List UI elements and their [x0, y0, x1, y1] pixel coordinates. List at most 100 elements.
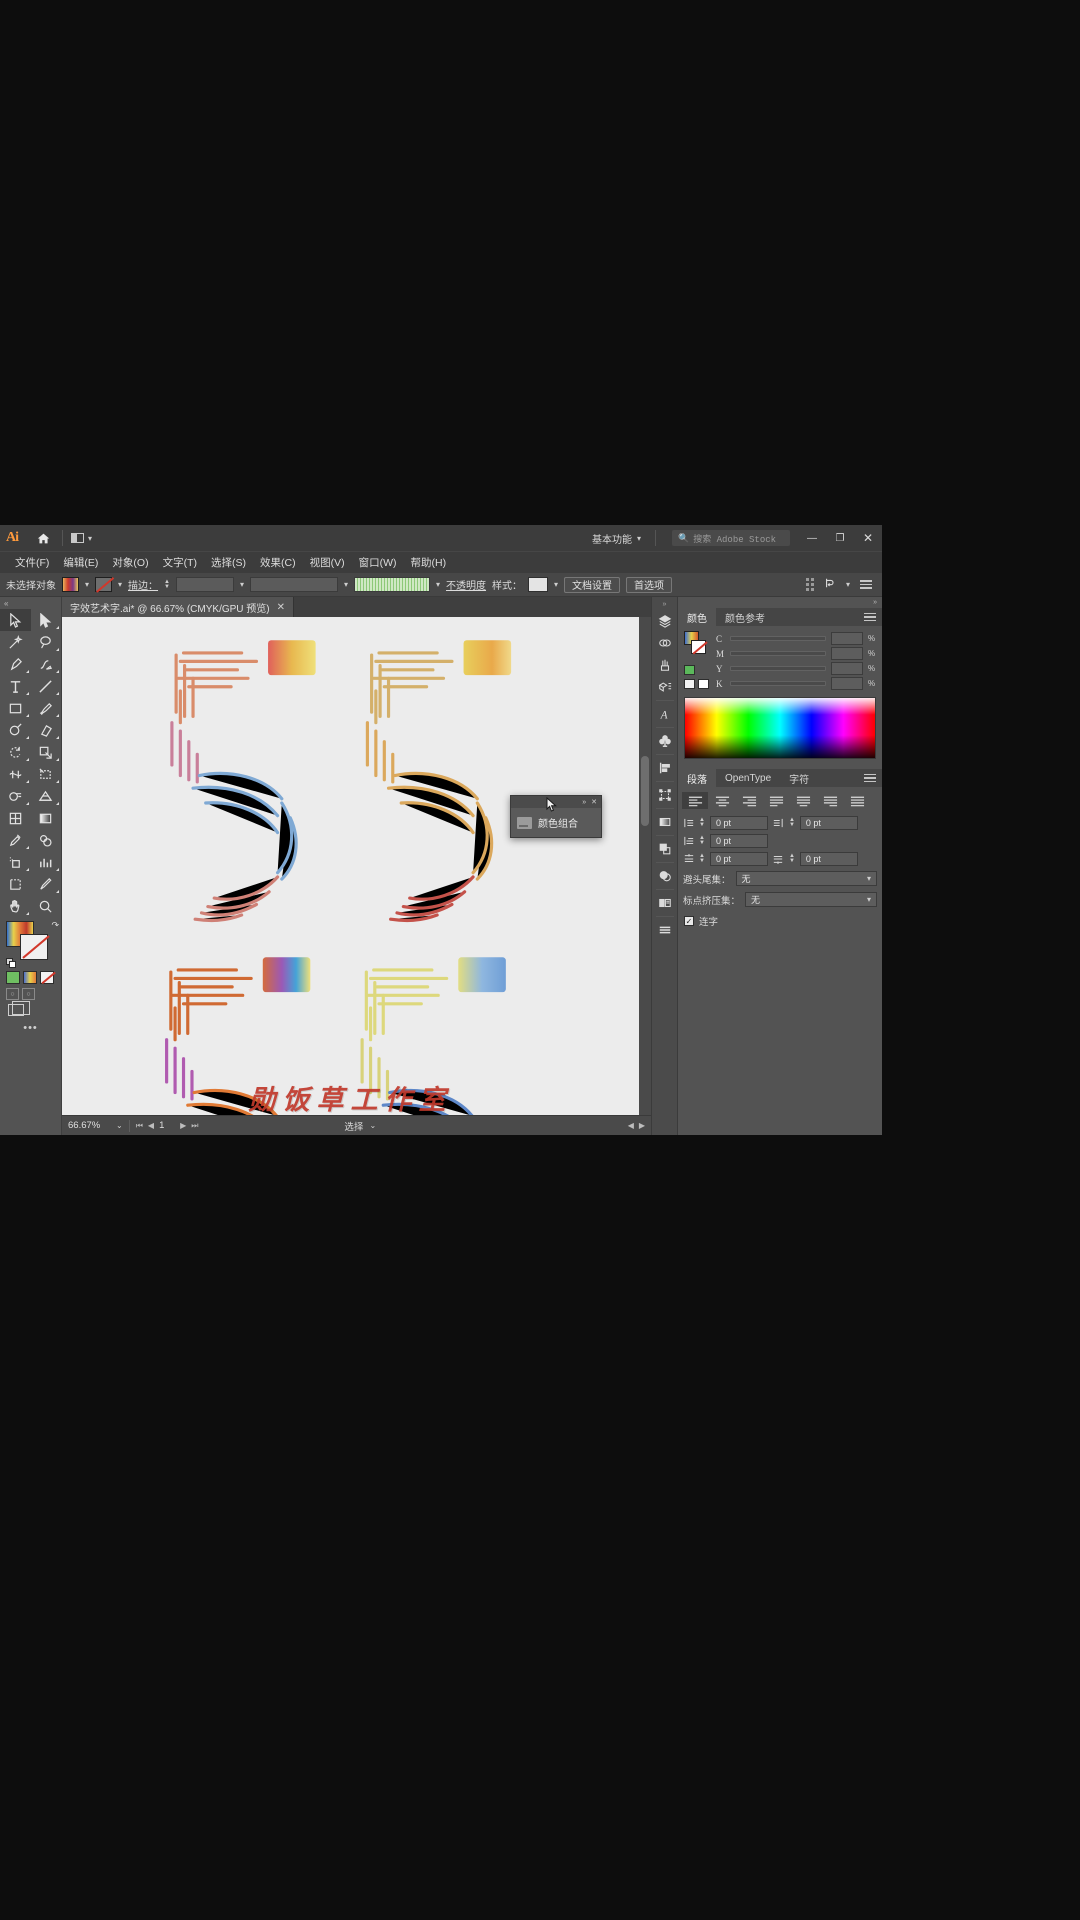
gradient-panel-icon[interactable] — [654, 811, 676, 833]
pen-tool[interactable] — [0, 653, 31, 675]
stroke-weight-field[interactable] — [175, 577, 234, 592]
k-value-field[interactable] — [831, 677, 863, 690]
brush-definition-swatch[interactable] — [354, 577, 431, 592]
space-after-stepper[interactable]: ▲ ▼ — [789, 853, 795, 864]
next-artboard-button[interactable]: ▶ — [180, 1121, 186, 1130]
artboards-panel-icon[interactable] — [654, 892, 676, 914]
chevron-down-icon[interactable]: ▾ — [554, 580, 558, 589]
character-panel-icon[interactable]: A — [654, 703, 676, 725]
type-tool[interactable] — [0, 675, 31, 697]
space-before-field[interactable]: 0 pt — [709, 852, 768, 866]
rail-grip[interactable]: » — [663, 601, 667, 610]
zoom-tool[interactable] — [31, 895, 62, 917]
space-before-stepper[interactable]: ▲ ▼ — [699, 853, 705, 864]
close-icon[interactable]: ✕ — [277, 602, 285, 613]
color-mode-button[interactable] — [6, 971, 20, 984]
panel-options-icon[interactable] — [860, 580, 872, 589]
current-tool-status[interactable]: 选择 — [344, 1119, 363, 1133]
graphic-style-swatch[interactable] — [528, 577, 549, 592]
y-value-field[interactable] — [831, 662, 863, 675]
full-screen-menu-mode-button[interactable]: ○ — [22, 988, 35, 1000]
tab-color[interactable]: 颜色 — [678, 608, 716, 626]
gradient-mode-button[interactable] — [23, 971, 37, 984]
align-center-button[interactable] — [709, 792, 735, 809]
column-graph-tool[interactable] — [31, 851, 62, 873]
width-tool[interactable] — [0, 763, 31, 785]
symbols-panel-icon[interactable] — [654, 730, 676, 752]
m-slider-track[interactable] — [730, 651, 826, 656]
appearance-panel-icon[interactable] — [654, 865, 676, 887]
justify-last-center-button[interactable] — [790, 792, 816, 809]
attributes-panel-icon[interactable] — [654, 919, 676, 941]
align-right-button[interactable] — [736, 792, 762, 809]
transform-panel-icon[interactable] — [654, 784, 676, 806]
right-indent-field[interactable]: 0 pt — [799, 816, 858, 830]
hyphenate-checkbox[interactable]: ✓ — [684, 916, 694, 926]
lasso-tool[interactable] — [31, 631, 62, 653]
default-fill-stroke-icon[interactable] — [6, 958, 17, 969]
pathfinder-panel-icon[interactable] — [654, 838, 676, 860]
hand-tool[interactable] — [0, 895, 31, 917]
shape-builder-tool[interactable] — [0, 785, 31, 807]
chevron-down-icon[interactable]: ▾ — [846, 580, 850, 589]
document-setup-button[interactable]: 文档设置 — [564, 576, 621, 593]
arrange-documents-icon[interactable]: ▾ — [71, 533, 92, 543]
canvas-vertical-scrollbar[interactable] — [639, 617, 651, 1115]
chevron-down-icon[interactable]: ▾ — [436, 580, 440, 589]
space-after-field[interactable]: 0 pt — [799, 852, 858, 866]
close-button[interactable]: ✕ — [854, 525, 882, 551]
snap-to-glyph-icon[interactable] — [824, 576, 836, 594]
rectangle-tool[interactable] — [0, 697, 31, 719]
stroke-weight-stepper[interactable]: ▲ ▼ — [164, 579, 170, 590]
panel-menu-icon[interactable] — [864, 612, 876, 622]
home-icon[interactable] — [32, 532, 54, 545]
maximize-button[interactable]: ❐ — [826, 525, 854, 551]
preferences-button[interactable]: 首选项 — [626, 576, 673, 593]
m-value-field[interactable] — [831, 647, 863, 660]
minimize-button[interactable]: — — [798, 525, 826, 551]
gradient-tool[interactable] — [31, 807, 62, 829]
mojikumi-select[interactable]: 无 ▾ — [745, 892, 877, 907]
document-tab[interactable]: 字效艺术字.ai* @ 66.67% (CMYK/GPU 预览) ✕ — [62, 597, 295, 617]
first-artboard-button[interactable]: ⏮ — [136, 1121, 143, 1131]
menu-item-window[interactable]: 窗口(W) — [352, 552, 404, 574]
dock-grip[interactable]: » — [678, 597, 882, 608]
white-swatch[interactable] — [698, 679, 709, 689]
direct-selection-tool[interactable] — [31, 609, 62, 631]
curvature-tool[interactable] — [31, 653, 62, 675]
menu-item-object[interactable]: 对象(O) — [105, 552, 155, 574]
opacity-label[interactable]: 不透明度 — [446, 577, 486, 592]
scroll-left-button[interactable]: ◀ — [628, 1121, 634, 1130]
brushes-panel-icon[interactable] — [654, 654, 676, 676]
c-slider-track[interactable] — [730, 636, 826, 641]
none-mode-button[interactable] — [40, 971, 54, 984]
kinsoku-select[interactable]: 无 ▾ — [735, 871, 877, 886]
free-transform-tool[interactable] — [31, 763, 62, 785]
artboard-tool[interactable] — [0, 873, 31, 895]
search-adobe-stock-input[interactable]: 🔍 搜索 Adobe Stock — [672, 530, 790, 546]
green-swatch[interactable] — [684, 665, 695, 675]
stroke-swatch[interactable] — [691, 640, 706, 654]
menu-item-help[interactable]: 帮助(H) — [404, 552, 454, 574]
chevron-down-icon[interactable]: ▾ — [240, 580, 244, 589]
close-icon[interactable]: ✕ — [591, 798, 597, 806]
c-value-field[interactable] — [831, 632, 863, 645]
normal-screen-mode-button[interactable]: ○ — [6, 988, 19, 1000]
right-indent-stepper[interactable]: ▲ ▼ — [789, 817, 795, 828]
none-swatch[interactable] — [684, 679, 695, 689]
artboard-canvas[interactable]: 勋饭草工作室 — [62, 617, 639, 1135]
scale-tool[interactable] — [31, 741, 62, 763]
k-slider-track[interactable] — [730, 681, 826, 686]
y-slider-track[interactable] — [730, 666, 826, 671]
perspective-grid-tool[interactable] — [31, 785, 62, 807]
justify-last-right-button[interactable] — [817, 792, 843, 809]
shaper-tool[interactable] — [0, 719, 31, 741]
line-segment-tool[interactable] — [31, 675, 62, 697]
magic-wand-tool[interactable] — [0, 631, 31, 653]
justify-all-button[interactable] — [844, 792, 870, 809]
menu-item-edit[interactable]: 编辑(E) — [56, 552, 105, 574]
eyedropper-tool[interactable] — [0, 829, 31, 851]
scroll-right-button[interactable]: ▶ — [639, 1121, 645, 1130]
chevron-down-icon[interactable]: ⌄ — [369, 1121, 376, 1130]
mesh-tool[interactable] — [0, 807, 31, 829]
